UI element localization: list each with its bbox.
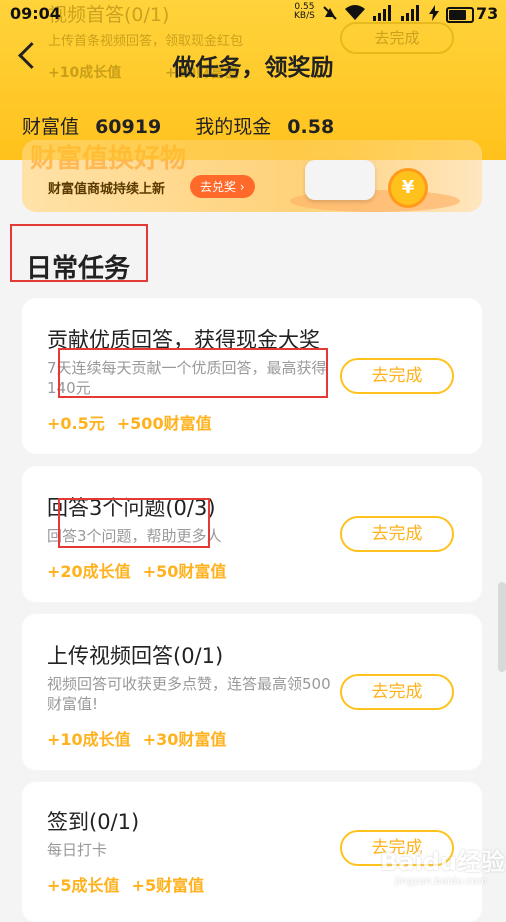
user-stats: 财富值 60919 我的现金 0.58 bbox=[22, 112, 334, 139]
behind-task-desc: 上传首条视频回答，领取现金红包 bbox=[48, 34, 244, 49]
scrollbar[interactable] bbox=[498, 582, 506, 672]
watermark-url: jingyan.baidu.com bbox=[395, 876, 488, 887]
task-desc: 每日打卡 bbox=[47, 841, 108, 859]
wifi-icon bbox=[345, 5, 365, 20]
reward-item: +5财富值 bbox=[131, 876, 205, 895]
task-card: 上传视频回答(0/1) 视频回答可收获更多点赞，连答最高领500财富值! +10… bbox=[22, 614, 482, 770]
signal-icon-1 bbox=[373, 5, 391, 21]
net-speed-unit: KB/S bbox=[294, 11, 315, 21]
complete-button[interactable]: 去完成 bbox=[340, 674, 454, 710]
redeem-button[interactable]: 去兑奖 › bbox=[190, 175, 255, 198]
wealth-value: 60919 bbox=[95, 116, 162, 138]
battery-percent: 73 bbox=[476, 4, 499, 23]
highlight-box-section bbox=[10, 224, 148, 282]
page-title: 做任务，领奖励 bbox=[172, 55, 334, 81]
charging-icon bbox=[429, 5, 439, 21]
battery-level bbox=[449, 10, 466, 20]
reward-item: +10成长值 bbox=[47, 730, 131, 749]
highlight-box-desc-1 bbox=[58, 348, 328, 398]
reward-item: +0.5元 bbox=[47, 414, 105, 433]
mute-icon bbox=[323, 6, 337, 20]
coin-icon: ¥ bbox=[388, 168, 428, 208]
task-rewards: +20成长值 +50财富值 bbox=[47, 558, 238, 582]
complete-button[interactable]: 去完成 bbox=[340, 516, 454, 552]
complete-button[interactable]: 去完成 bbox=[340, 358, 454, 394]
cash-label: 我的现金 bbox=[195, 116, 272, 138]
network-speed: 0.55 KB/S bbox=[294, 3, 315, 21]
task-rewards: +5成长值 +5财富值 bbox=[47, 872, 216, 896]
status-time: 09:04 bbox=[10, 4, 61, 23]
header-fade bbox=[0, 140, 506, 160]
signal-icon-2 bbox=[401, 5, 419, 21]
status-bar: 09:04 0.55 KB/S 73 bbox=[0, 0, 506, 28]
reward-item: +30财富值 bbox=[142, 730, 227, 749]
reward-item: +20成长值 bbox=[47, 562, 131, 581]
task-title: 签到(0/1) bbox=[47, 810, 140, 834]
banner-subtitle: 财富值商城持续上新 bbox=[48, 182, 166, 197]
cash-value: 0.58 bbox=[287, 116, 335, 138]
vr-headset-image bbox=[305, 160, 375, 200]
task-title: 上传视频回答(0/1) bbox=[47, 644, 224, 668]
watermark-logo: Baidu经验 bbox=[380, 848, 505, 876]
reward-item: +50财富值 bbox=[142, 562, 227, 581]
reward-item: +5成长值 bbox=[47, 876, 120, 895]
wealth-label: 财富值 bbox=[22, 116, 80, 138]
reward-item: +500财富值 bbox=[116, 414, 212, 433]
task-rewards: +10成长值 +30财富值 bbox=[47, 726, 238, 750]
highlight-box-desc-2 bbox=[58, 498, 210, 548]
task-desc: 视频回答可收获更多点赞，连答最高领500财富值! bbox=[47, 675, 331, 713]
task-rewards: +0.5元 +500财富值 bbox=[47, 410, 224, 434]
